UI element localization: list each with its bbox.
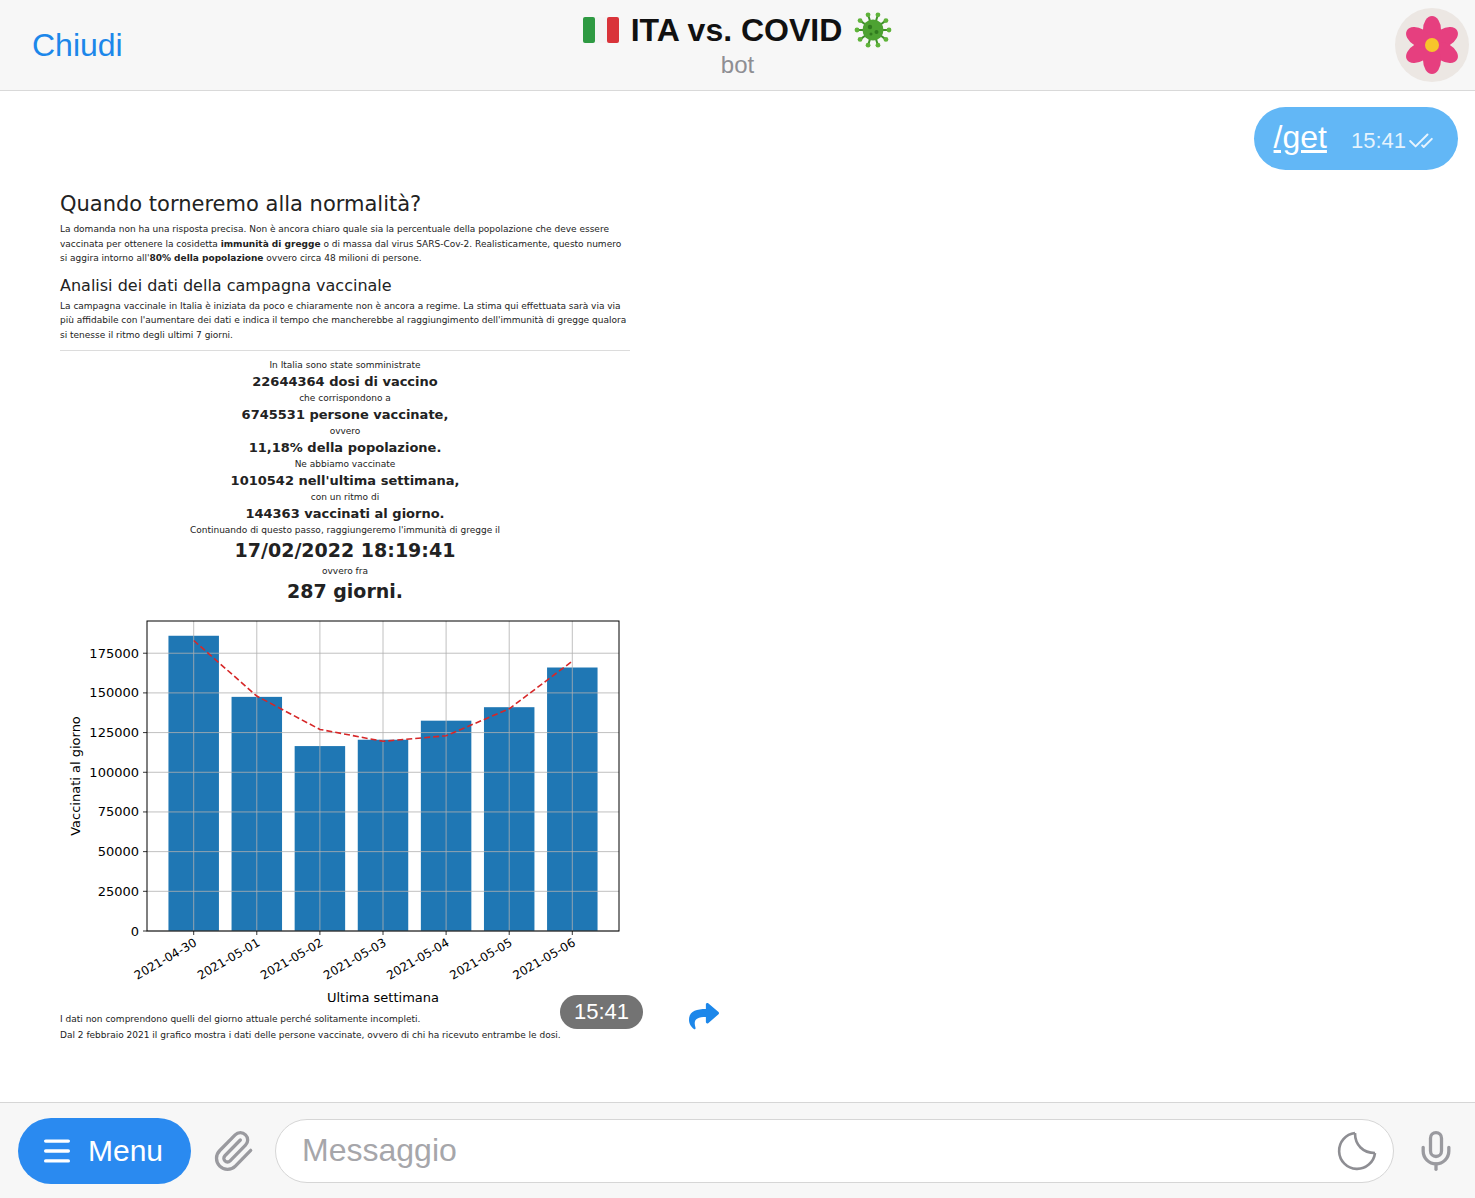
- flower-icon: [1402, 15, 1462, 75]
- y-tick-label: 150000: [89, 685, 139, 700]
- message-meta: 15:41: [1351, 128, 1434, 156]
- trend-line: [194, 641, 573, 742]
- stat-label: Ne abbiamo vaccinate: [295, 458, 396, 471]
- footnote: I dati non comprendono quelli del giorno…: [60, 1011, 630, 1027]
- y-tick-label: 125000: [89, 725, 139, 740]
- stat-label: Continuando di questo passo, raggiungere…: [190, 524, 500, 537]
- stat-value: 17/02/2022 18:19:41: [235, 537, 456, 563]
- close-button[interactable]: Chiudi: [0, 27, 123, 64]
- paperclip-icon[interactable]: [211, 1129, 255, 1173]
- x-tick-label: 2021-04-30: [132, 935, 199, 982]
- command-link[interactable]: /get: [1274, 119, 1327, 156]
- y-tick-label: 100000: [89, 765, 139, 780]
- x-tick-label: 2021-05-02: [258, 935, 325, 982]
- stat-value: 1010542 nell'ultima settimana,: [231, 471, 460, 491]
- x-tick-label: 2021-05-05: [447, 935, 514, 982]
- x-tick-label: 2021-05-03: [321, 935, 388, 982]
- chat-title: ITA vs. COVID: [631, 12, 843, 49]
- y-tick-label: 0: [131, 924, 139, 939]
- telegram-chat: ChiudiITA vs. COVIDbot/get15:41Quando to…: [0, 0, 1475, 1198]
- y-tick-label: 50000: [98, 844, 139, 859]
- composer-bar: Menu: [0, 1102, 1475, 1198]
- sticker-icon[interactable]: [1335, 1129, 1379, 1173]
- stat-label: In Italia sono state somministrate: [269, 359, 420, 372]
- analysis-paragraph: La campagna vaccinale in Italia è inizia…: [60, 299, 630, 343]
- forward-button[interactable]: [689, 1001, 719, 1031]
- stat-value: 287 giorni.: [287, 578, 403, 604]
- microphone-icon[interactable]: [1414, 1129, 1458, 1173]
- y-axis-label: Vaccinati al giorno: [68, 716, 83, 836]
- y-tick-label: 175000: [89, 646, 139, 661]
- message-list: /get15:41Quando torneremo alla normalità…: [0, 91, 1475, 1102]
- stat-value: 6745531 persone vaccinate,: [242, 405, 449, 425]
- bot-avatar[interactable]: [1395, 8, 1469, 82]
- hamburger-icon: [40, 1134, 74, 1168]
- message-time: 15:41: [1351, 128, 1406, 154]
- stats-block: In Italia sono state somministrate226443…: [60, 359, 630, 606]
- x-axis-label: Ultima settimana: [327, 990, 439, 1005]
- divider: [60, 350, 630, 351]
- outgoing-row: /get 15:41: [40, 107, 1458, 170]
- vaccination-chart: 0 25000 50000 75000 100000 125000 150000 175000…: [60, 616, 640, 1011]
- y-tick-label: 25000: [98, 884, 139, 899]
- stat-label: ovvero: [330, 425, 361, 438]
- chat-subtitle: bot: [721, 51, 754, 79]
- x-tick-label: 2021-05-06: [510, 935, 577, 982]
- doc-title: Quando torneremo alla normalità?: [60, 192, 630, 216]
- y-tick-label: 75000: [98, 804, 139, 819]
- double-check-icon: [1408, 128, 1434, 154]
- stat-value: 22644364 dosi di vaccino: [252, 372, 437, 392]
- doc-subtitle: Analisi dei dati della campagna vaccinal…: [60, 276, 630, 295]
- message-input[interactable]: [300, 1131, 1325, 1170]
- chat-title-block[interactable]: ITA vs. COVIDbot: [300, 11, 1175, 79]
- menu-button[interactable]: Menu: [18, 1118, 191, 1184]
- stat-label: ovvero fra: [322, 565, 368, 578]
- stat-label: che corrispondono a: [299, 392, 391, 405]
- footnote: Dal 2 febbraio 2021 il grafico mostra i …: [60, 1027, 630, 1043]
- attach-button[interactable]: [211, 1129, 255, 1173]
- menu-label: Menu: [88, 1134, 163, 1168]
- x-tick-label: 2021-05-01: [195, 935, 262, 982]
- x-tick-label: 2021-05-04: [384, 935, 451, 982]
- message-field[interactable]: [275, 1119, 1394, 1183]
- chat-title-row: ITA vs. COVID: [583, 11, 893, 49]
- stat-value: 144363 vaccinati al giorno.: [245, 504, 444, 524]
- stat-label: con un ritmo di: [311, 491, 379, 504]
- time-badge: 15:41: [560, 995, 643, 1029]
- incoming-row: Quando torneremo alla normalità? La doman…: [40, 182, 1458, 1049]
- intro-paragraph: La domanda non ha una risposta precisa. …: [60, 222, 630, 266]
- chat-header: Chiudi ITA vs. COVIDbot: [0, 0, 1475, 91]
- outgoing-bubble[interactable]: /get 15:41: [1254, 107, 1458, 170]
- stat-value: 11,18% della popolazione.: [249, 438, 442, 458]
- forward-icon[interactable]: [689, 1001, 719, 1031]
- virus-icon: [854, 11, 892, 49]
- italy-flag-icon: [583, 17, 619, 43]
- image-message[interactable]: Quando torneremo alla normalità? La doman…: [40, 182, 645, 1049]
- mic-button[interactable]: [1414, 1129, 1458, 1173]
